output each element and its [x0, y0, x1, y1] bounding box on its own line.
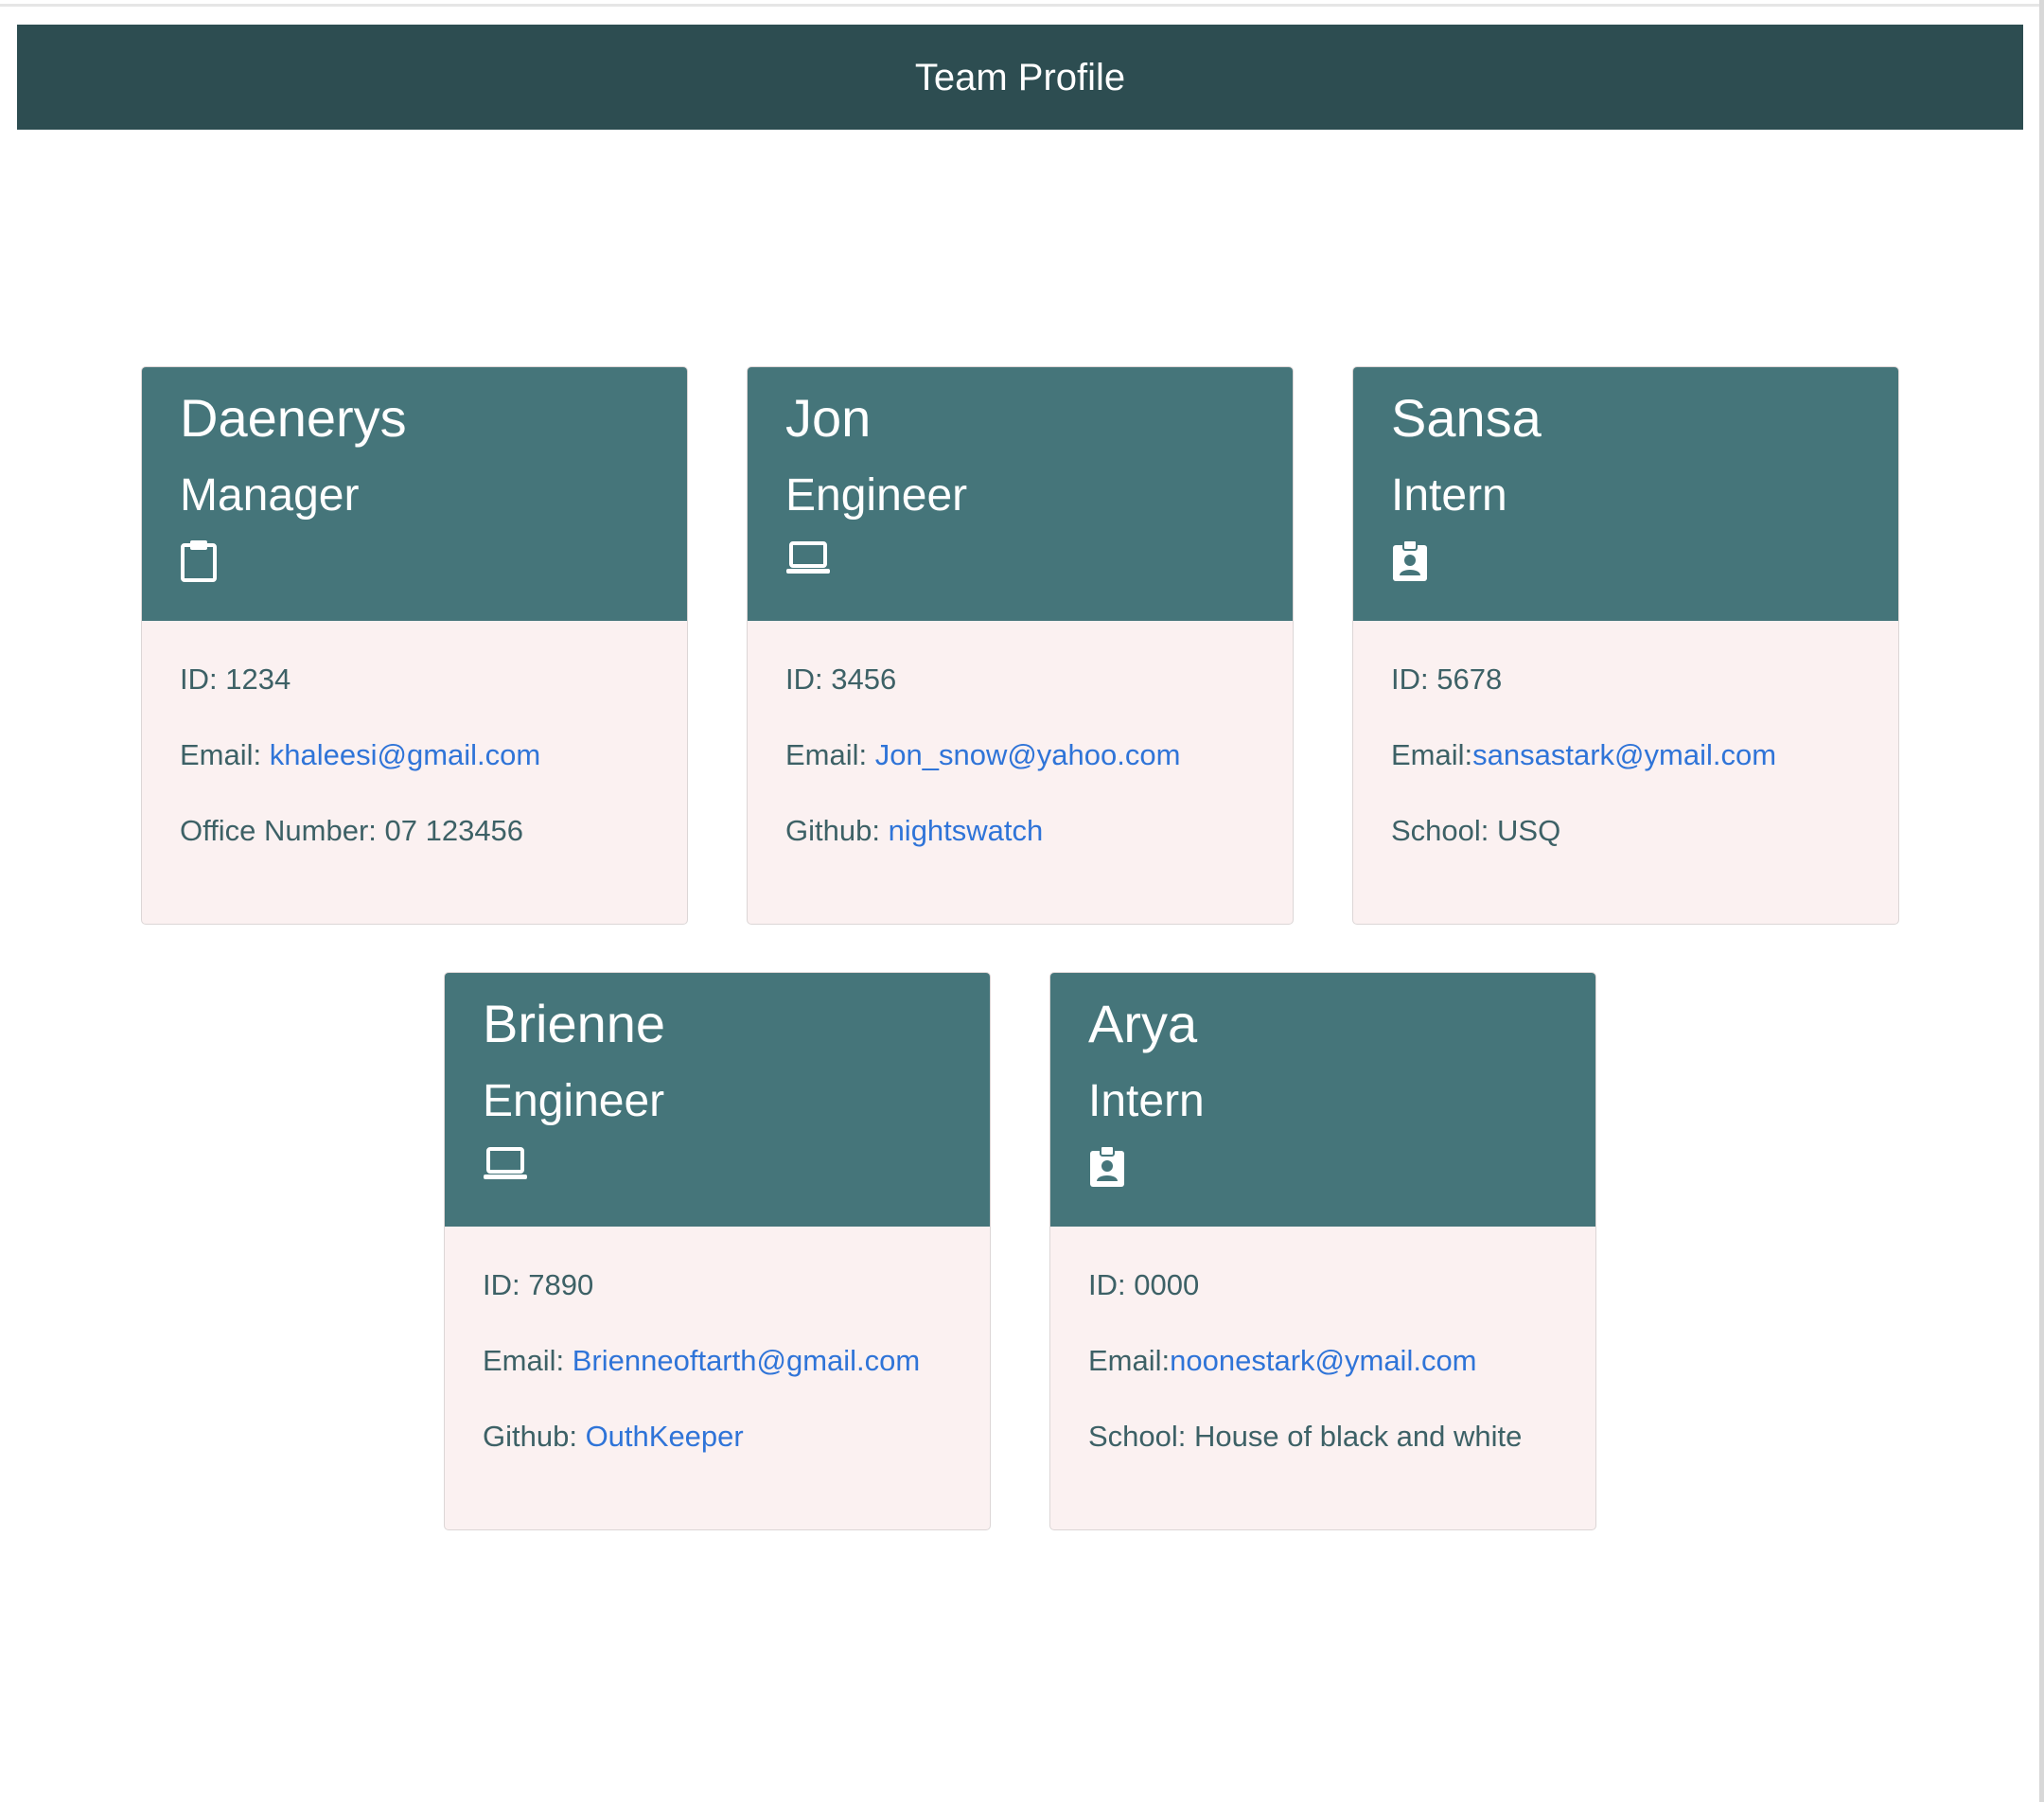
github-link[interactable]: OuthKeeper: [586, 1420, 744, 1453]
top-divider: [0, 4, 2044, 7]
employee-card-arya: Arya Intern ID: 0000 Email:noonestark@ym…: [1049, 972, 1596, 1530]
github-label: Github:: [483, 1420, 586, 1453]
employee-email-row: Email:sansastark@ymail.com: [1391, 740, 1898, 816]
id-badge-icon: [1391, 539, 1436, 585]
email-link[interactable]: noonestark@ymail.com: [1170, 1344, 1476, 1377]
employee-role: Engineer: [785, 470, 968, 521]
employee-card-daenerys: Daenerys Manager ID: 1234 Email: khalees…: [141, 366, 688, 925]
email-label: Email:: [180, 738, 270, 771]
email-label: Email:: [1391, 738, 1473, 771]
email-label: Email:: [1088, 1344, 1171, 1377]
employee-card-sansa: Sansa Intern ID: 5678 Email:sansastark@y…: [1352, 366, 1899, 925]
employee-role: Manager: [180, 470, 360, 521]
card-header: Sansa Intern: [1353, 367, 1898, 621]
id-badge-icon: [1088, 1145, 1134, 1191]
github-row: Github: OuthKeeper: [483, 1422, 990, 1497]
email-link[interactable]: sansastark@ymail.com: [1472, 738, 1776, 771]
card-details: ID: 0000 Email:noonestark@ymail.com Scho…: [1050, 1227, 1595, 1497]
email-label: Email:: [483, 1344, 573, 1377]
employee-email-row: Email: Brienneoftarth@gmail.com: [483, 1346, 990, 1422]
card-header: Arya Intern: [1050, 973, 1595, 1227]
employee-role: Intern: [1391, 470, 1507, 521]
card-details: ID: 5678 Email:sansastark@ymail.com Scho…: [1353, 621, 1898, 892]
employee-card-jon: Jon Engineer ID: 3456 Email: Jon_snow@ya…: [747, 366, 1294, 925]
employee-email-row: Email:noonestark@ymail.com: [1088, 1346, 1595, 1422]
card-header: Brienne Engineer: [445, 973, 990, 1227]
employee-name: Daenerys: [180, 388, 407, 448]
page-header: Team Profile: [17, 25, 2023, 130]
card-details: ID: 1234 Email: khaleesi@gmail.com Offic…: [142, 621, 687, 892]
employee-email-row: Email: khaleesi@gmail.com: [180, 740, 687, 816]
email-link[interactable]: Brienneoftarth@gmail.com: [573, 1344, 920, 1377]
github-row: Github: nightswatch: [785, 816, 1293, 892]
employee-id: ID: 1234: [180, 662, 291, 696]
employee-name: Brienne: [483, 994, 666, 1053]
window-right-edge: [2039, 0, 2044, 1802]
card-header: Jon Engineer: [748, 367, 1293, 621]
employee-id: ID: 0000: [1088, 1268, 1200, 1301]
github-label: Github:: [785, 814, 889, 847]
email-link[interactable]: khaleesi@gmail.com: [270, 738, 540, 771]
laptop-icon: [785, 539, 831, 585]
employee-role: Engineer: [483, 1076, 665, 1126]
employee-card-brienne: Brienne Engineer ID: 7890 Email: Brienne…: [444, 972, 991, 1530]
github-link[interactable]: nightswatch: [889, 814, 1044, 847]
employee-id: ID: 5678: [1391, 662, 1503, 696]
clipboard-icon: [180, 539, 225, 585]
card-header: Daenerys Manager: [142, 367, 687, 621]
employee-role: Intern: [1088, 1076, 1205, 1126]
email-label: Email:: [785, 738, 875, 771]
page-title: Team Profile: [914, 56, 1126, 98]
card-details: ID: 3456 Email: Jon_snow@yahoo.com Githu…: [748, 621, 1293, 892]
employee-id: ID: 7890: [483, 1268, 594, 1301]
employee-id: ID: 3456: [785, 662, 897, 696]
school: School: House of black and white: [1088, 1420, 1523, 1453]
employee-email-row: Email: Jon_snow@yahoo.com: [785, 740, 1293, 816]
school: School: USQ: [1391, 814, 1561, 847]
email-link[interactable]: Jon_snow@yahoo.com: [875, 738, 1181, 771]
laptop-icon: [483, 1145, 528, 1191]
employee-name: Sansa: [1391, 388, 1542, 448]
employee-name: Arya: [1088, 994, 1198, 1053]
office-number: Office Number: 07 123456: [180, 814, 524, 847]
card-details: ID: 7890 Email: Brienneoftarth@gmail.com…: [445, 1227, 990, 1497]
employee-name: Jon: [785, 388, 872, 448]
